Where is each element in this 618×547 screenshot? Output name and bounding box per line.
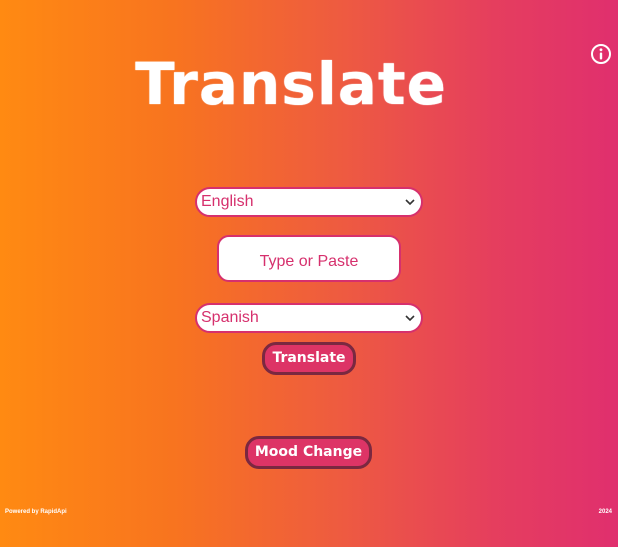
- page-title: Translate: [135, 50, 447, 118]
- footer-year: 2024: [598, 509, 612, 515]
- target-language-value: Spanish: [201, 309, 259, 326]
- text-input[interactable]: Type or Paste: [217, 235, 401, 282]
- chevron-down-icon: [405, 199, 415, 206]
- info-icon[interactable]: [590, 43, 612, 65]
- mood-change-button[interactable]: Mood Change: [245, 436, 372, 469]
- source-language-select[interactable]: English: [195, 187, 423, 217]
- translate-button[interactable]: Translate: [262, 342, 356, 375]
- text-input-placeholder: Type or Paste: [259, 253, 359, 270]
- target-language-select[interactable]: Spanish: [195, 303, 423, 333]
- source-language-value: English: [201, 193, 254, 210]
- chevron-down-icon: [405, 315, 415, 322]
- powered-by-text: Powered by RapidApi: [5, 509, 67, 515]
